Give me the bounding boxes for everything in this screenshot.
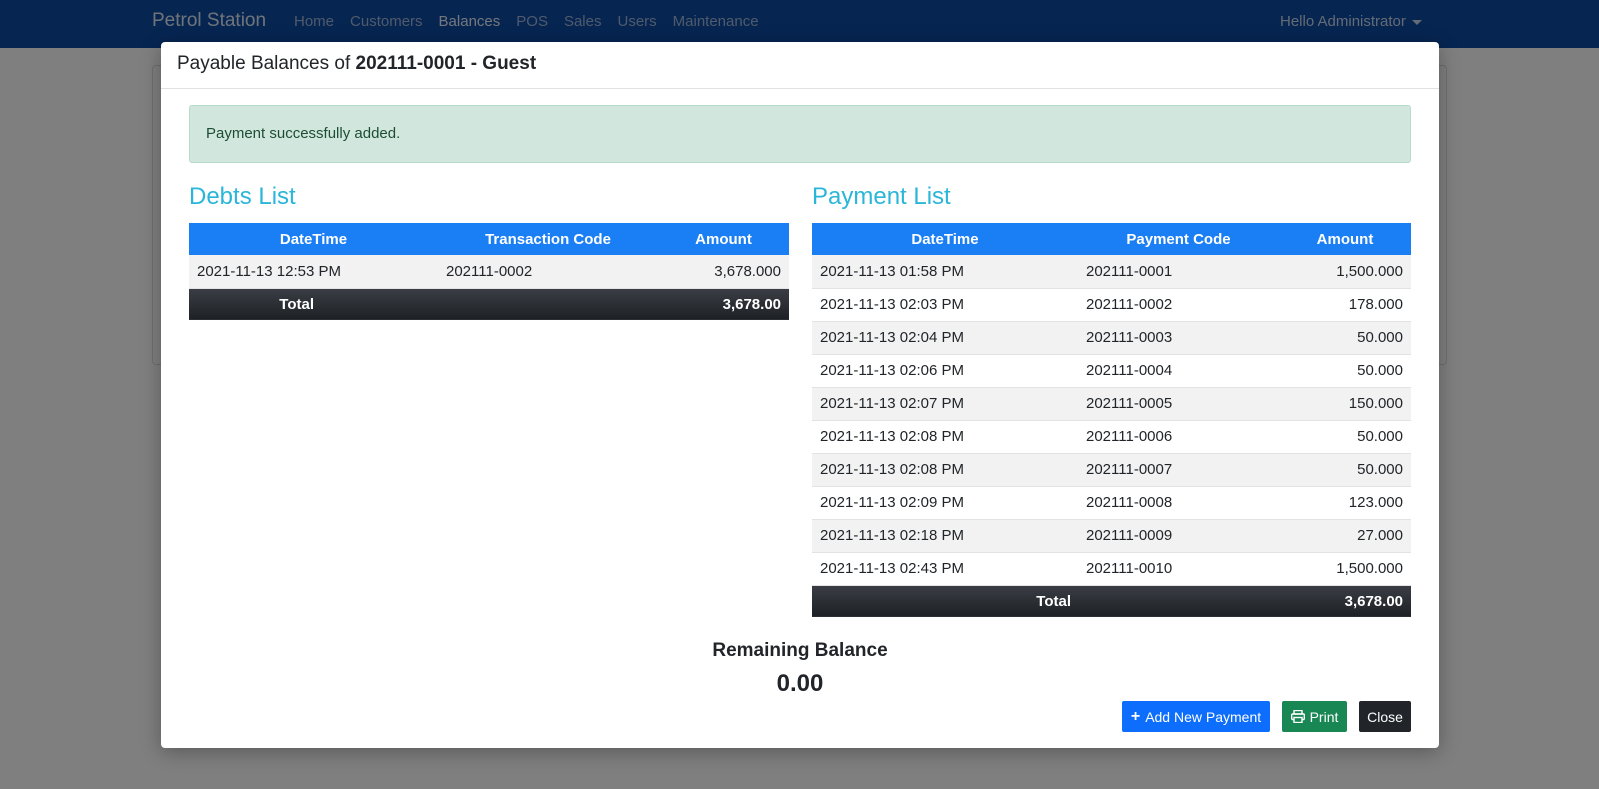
payment-amount: 1,500.000 <box>1279 552 1411 586</box>
close-label: Close <box>1367 708 1403 725</box>
payment-datetime: 2021-11-13 02:07 PM <box>812 387 1078 421</box>
debts-header-datetime: DateTime <box>189 223 438 255</box>
debts-header-code: Transaction Code <box>438 223 658 255</box>
payment-datetime: 2021-11-13 02:18 PM <box>812 519 1078 553</box>
debt-amount: 3,678.000 <box>658 255 789 289</box>
modal-title-prefix: Payable Balances of <box>177 53 356 74</box>
payment-datetime: 2021-11-13 02:08 PM <box>812 453 1078 487</box>
payment-amount: 123.000 <box>1279 486 1411 520</box>
debt-code: 202111-0002 <box>438 255 658 289</box>
print-button[interactable]: Print <box>1282 701 1347 732</box>
remaining-balance-value: 0.00 <box>776 670 824 697</box>
payments-header-row: DateTime Payment Code Amount <box>812 223 1411 255</box>
payable-balances-modal: Payable Balances of 202111-0001 - Guest … <box>161 42 1439 748</box>
table-row: 2021-11-13 02:43 PM 202111-0010 1,500.00… <box>812 552 1411 586</box>
debts-header-row: DateTime Transaction Code Amount <box>189 223 789 255</box>
payment-code: 202111-0005 <box>1078 387 1279 421</box>
printer-icon <box>1290 710 1305 723</box>
payment-amount: 50.000 <box>1279 420 1411 454</box>
debts-table: DateTime Transaction Code Amount 2021-11… <box>189 223 789 320</box>
debts-total-label: Total <box>189 288 658 320</box>
payments-table: DateTime Payment Code Amount 2021-11-13 … <box>812 223 1411 617</box>
payment-code: 202111-0003 <box>1078 321 1279 355</box>
payment-amount: 27.000 <box>1279 519 1411 553</box>
table-row: 2021-11-13 02:06 PM 202111-0004 50.000 <box>812 354 1411 388</box>
payment-amount: 50.000 <box>1279 453 1411 487</box>
debts-total-value: 3,678.00 <box>658 288 789 320</box>
table-row: 2021-11-13 02:08 PM 202111-0007 50.000 <box>812 453 1411 487</box>
payment-code: 202111-0004 <box>1078 354 1279 388</box>
payment-datetime: 2021-11-13 02:08 PM <box>812 420 1078 454</box>
remaining-balance-label: Remaining Balance <box>712 640 888 661</box>
payment-code: 202111-0010 <box>1078 552 1279 586</box>
table-row: 2021-11-13 02:04 PM 202111-0003 50.000 <box>812 321 1411 355</box>
table-row: 2021-11-13 02:07 PM 202111-0005 150.000 <box>812 387 1411 421</box>
payment-datetime: 2021-11-13 02:04 PM <box>812 321 1078 355</box>
table-row: 2021-11-13 12:53 PM 202111-0002 3,678.00… <box>189 255 789 289</box>
payment-amount: 150.000 <box>1279 387 1411 421</box>
payment-amount: 50.000 <box>1279 354 1411 388</box>
debt-datetime: 2021-11-13 12:53 PM <box>189 255 438 289</box>
payments-header-amount: Amount <box>1279 223 1411 255</box>
payment-datetime: 2021-11-13 02:06 PM <box>812 354 1078 388</box>
table-row: 2021-11-13 02:03 PM 202111-0002 178.000 <box>812 288 1411 322</box>
payment-datetime: 2021-11-13 02:03 PM <box>812 288 1078 322</box>
debts-total-row: Total 3,678.00 <box>189 288 789 320</box>
payments-total-label: Total <box>812 585 1279 617</box>
payment-datetime: 2021-11-13 01:58 PM <box>812 255 1078 289</box>
payment-code: 202111-0006 <box>1078 420 1279 454</box>
plus-icon: + <box>1130 707 1141 725</box>
table-row: 2021-11-13 01:58 PM 202111-0001 1,500.00… <box>812 255 1411 289</box>
payments-total-value: 3,678.00 <box>1279 585 1411 617</box>
payment-amount: 50.000 <box>1279 321 1411 355</box>
print-label: Print <box>1309 708 1339 725</box>
payment-datetime: 2021-11-13 02:09 PM <box>812 486 1078 520</box>
debts-list-title: Debts List <box>189 183 296 210</box>
payments-header-datetime: DateTime <box>812 223 1078 255</box>
table-row: 2021-11-13 02:18 PM 202111-0009 27.000 <box>812 519 1411 553</box>
payments-total-row: Total 3,678.00 <box>812 585 1411 617</box>
close-button[interactable]: Close <box>1359 701 1411 732</box>
payment-code: 202111-0001 <box>1078 255 1279 289</box>
table-row: 2021-11-13 02:09 PM 202111-0008 123.000 <box>812 486 1411 520</box>
success-alert: Payment successfully added. <box>189 105 1411 163</box>
debts-header-amount: Amount <box>658 223 789 255</box>
payment-amount: 1,500.000 <box>1279 255 1411 289</box>
payments-header-code: Payment Code <box>1078 223 1279 255</box>
payment-amount: 178.000 <box>1279 288 1411 322</box>
payment-code: 202111-0007 <box>1078 453 1279 487</box>
modal-title: Payable Balances of 202111-0001 - Guest <box>161 42 1439 89</box>
payment-datetime: 2021-11-13 02:43 PM <box>812 552 1078 586</box>
table-row: 2021-11-13 02:08 PM 202111-0006 50.000 <box>812 420 1411 454</box>
add-new-payment-label: Add New Payment <box>1145 708 1262 725</box>
add-new-payment-button[interactable]: + Add New Payment <box>1122 701 1270 732</box>
payment-code: 202111-0002 <box>1078 288 1279 322</box>
payment-list-title: Payment List <box>812 183 951 210</box>
modal-title-code: 202111-0001 - Guest <box>355 53 537 74</box>
payment-code: 202111-0009 <box>1078 519 1279 553</box>
payment-code: 202111-0008 <box>1078 486 1279 520</box>
